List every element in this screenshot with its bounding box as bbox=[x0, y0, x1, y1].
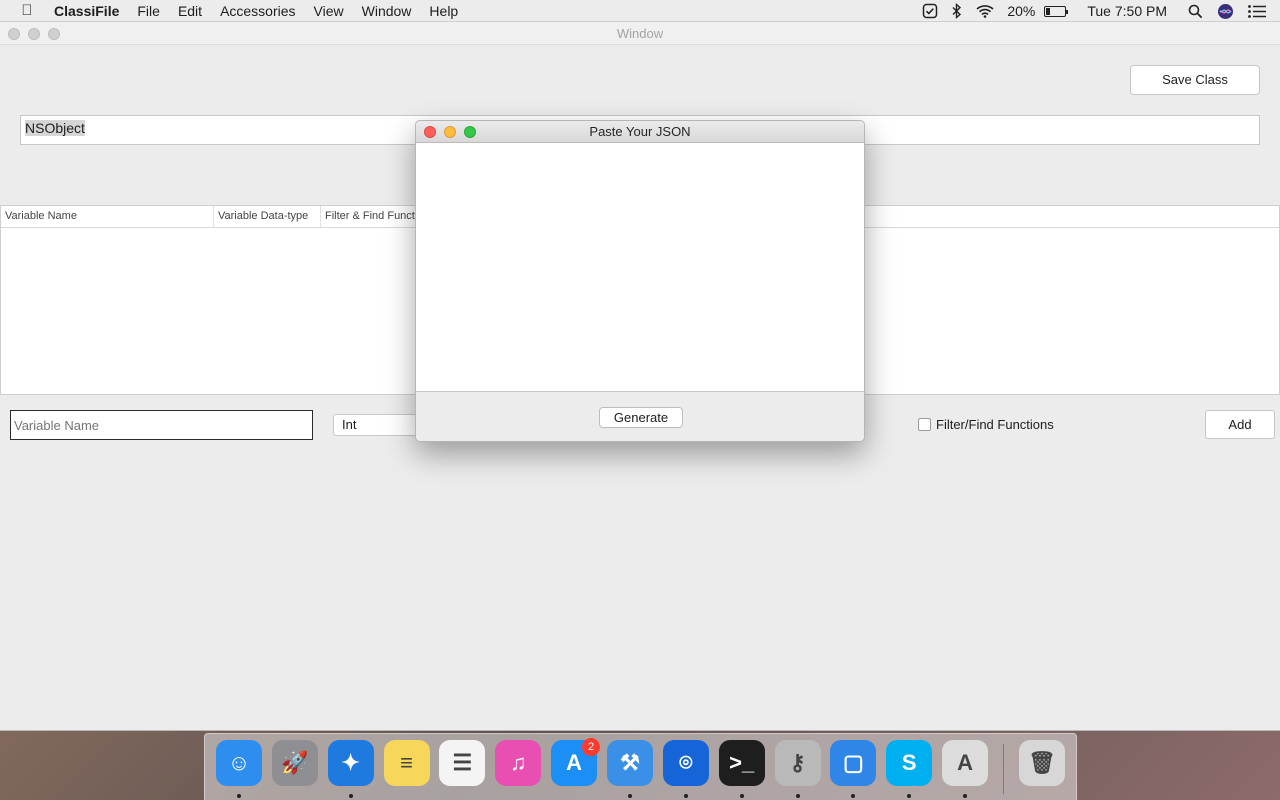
dock-separator bbox=[1003, 744, 1005, 794]
notification-badge: 2 bbox=[582, 738, 601, 756]
menu-file[interactable]: File bbox=[128, 0, 169, 22]
wifi-icon[interactable] bbox=[969, 0, 1001, 22]
window-title: Window bbox=[616, 26, 664, 41]
dock-app-sourcetree[interactable]: ⌾ bbox=[658, 740, 714, 800]
dialog-title: Paste Your JSON bbox=[589, 124, 691, 139]
filter-find-checkbox[interactable] bbox=[918, 418, 931, 431]
safari-icon: ✦ bbox=[327, 740, 374, 786]
variable-name-input[interactable] bbox=[10, 410, 313, 440]
dock-app-skype[interactable]: S bbox=[881, 740, 937, 800]
dock-app-app-store[interactable]: A2 bbox=[546, 738, 602, 800]
terminal-icon: >_ bbox=[718, 740, 765, 786]
dock-app-trash[interactable]: 🗑 bbox=[1014, 740, 1070, 800]
menu-bar:  ClassiFile File Edit Accessories View … bbox=[0, 0, 1280, 22]
window-titlebar[interactable]: Window bbox=[0, 22, 1280, 45]
menu-edit[interactable]: Edit bbox=[169, 0, 211, 22]
running-indicator bbox=[907, 794, 912, 798]
running-indicator bbox=[348, 794, 353, 798]
column-header-data-type[interactable]: Variable Data-type bbox=[214, 206, 321, 227]
column-header-variable-name[interactable]: Variable Name bbox=[1, 206, 214, 227]
notification-center-icon[interactable] bbox=[1241, 0, 1280, 22]
battery-icon[interactable] bbox=[1041, 0, 1073, 22]
skype-icon: S bbox=[886, 740, 933, 786]
running-indicator bbox=[739, 794, 744, 798]
paste-json-dialog: Paste Your JSON Generate bbox=[415, 120, 865, 442]
instruments-icon: A bbox=[942, 740, 989, 786]
dock-app-notes[interactable]: ≡ bbox=[379, 740, 435, 800]
spotlight-search-icon[interactable] bbox=[1181, 0, 1210, 22]
launchpad-icon: 🚀 bbox=[271, 740, 318, 786]
notes-icon: ≡ bbox=[383, 740, 430, 786]
add-button[interactable]: Add bbox=[1205, 410, 1275, 439]
siri-icon[interactable] bbox=[1210, 0, 1241, 22]
dock-app-reminders[interactable]: ☰ bbox=[434, 740, 490, 800]
dock-app-itunes[interactable]: ♫ bbox=[490, 740, 546, 800]
checkmark-status-icon[interactable] bbox=[915, 0, 945, 22]
dock-app-launchpad[interactable]: 🚀 bbox=[267, 740, 323, 800]
save-class-button[interactable]: Save Class bbox=[1130, 65, 1260, 95]
itunes-icon: ♫ bbox=[495, 740, 542, 786]
menu-window[interactable]: Window bbox=[353, 0, 421, 22]
dock: ☺ 🚀 ✦ ≡ ☰ ♫ A 2 ⚒ ⌾ >_ ⚷ ▢ S A 🗑 bbox=[204, 733, 1077, 800]
running-indicator bbox=[851, 794, 856, 798]
sourcetree-icon: ⌾ bbox=[662, 740, 709, 786]
menu-view[interactable]: View bbox=[305, 0, 353, 22]
apple-menu-icon[interactable]:  bbox=[0, 2, 54, 19]
running-indicator bbox=[963, 794, 968, 798]
dock-app-xcode[interactable]: ⚒ bbox=[602, 740, 658, 800]
running-indicator bbox=[795, 794, 800, 798]
dock-app-simulator[interactable]: ▢ bbox=[825, 740, 881, 800]
trash-icon: 🗑 bbox=[1018, 740, 1065, 786]
running-indicator bbox=[683, 794, 688, 798]
dock-app-instruments[interactable]: A bbox=[937, 740, 993, 800]
dock-app-safari[interactable]: ✦ bbox=[323, 740, 379, 800]
dock-app-finder[interactable]: ☺ bbox=[211, 740, 267, 800]
finder-icon: ☺ bbox=[215, 740, 262, 786]
filter-find-checkbox-row[interactable]: Filter/Find Functions bbox=[918, 417, 1054, 432]
menu-app-name[interactable]: ClassiFile bbox=[54, 0, 128, 22]
dialog-titlebar[interactable]: Paste Your JSON bbox=[416, 121, 864, 143]
running-indicator bbox=[236, 794, 241, 798]
simulator-icon: ▢ bbox=[830, 740, 877, 786]
keychain-icon: ⚷ bbox=[774, 740, 821, 786]
running-indicator bbox=[627, 794, 632, 798]
menu-help[interactable]: Help bbox=[420, 0, 467, 22]
json-text-area[interactable] bbox=[416, 143, 864, 392]
battery-percent: 20% bbox=[1007, 3, 1036, 19]
generate-button[interactable]: Generate bbox=[599, 407, 683, 428]
clock[interactable]: Tue 7:50 PM bbox=[1073, 0, 1181, 22]
class-name-value: NSObject bbox=[25, 120, 85, 136]
dock-app-terminal[interactable]: >_ bbox=[714, 740, 770, 800]
menu-accessories[interactable]: Accessories bbox=[211, 0, 304, 22]
filter-find-label[interactable]: Filter/Find Functions bbox=[936, 417, 1054, 432]
reminders-icon: ☰ bbox=[439, 740, 486, 786]
bluetooth-icon[interactable] bbox=[945, 0, 969, 22]
dock-app-keychain[interactable]: ⚷ bbox=[770, 740, 826, 800]
xcode-icon: ⚒ bbox=[606, 740, 653, 786]
